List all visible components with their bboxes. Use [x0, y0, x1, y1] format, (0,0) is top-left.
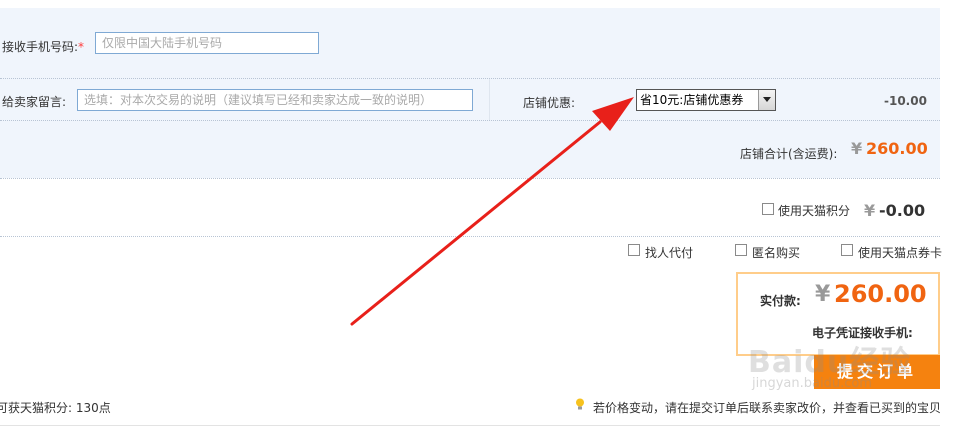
watermark-url: jingyan.baidu.com	[752, 376, 872, 391]
baidu-watermark-logo: Baidu经验	[748, 345, 912, 380]
